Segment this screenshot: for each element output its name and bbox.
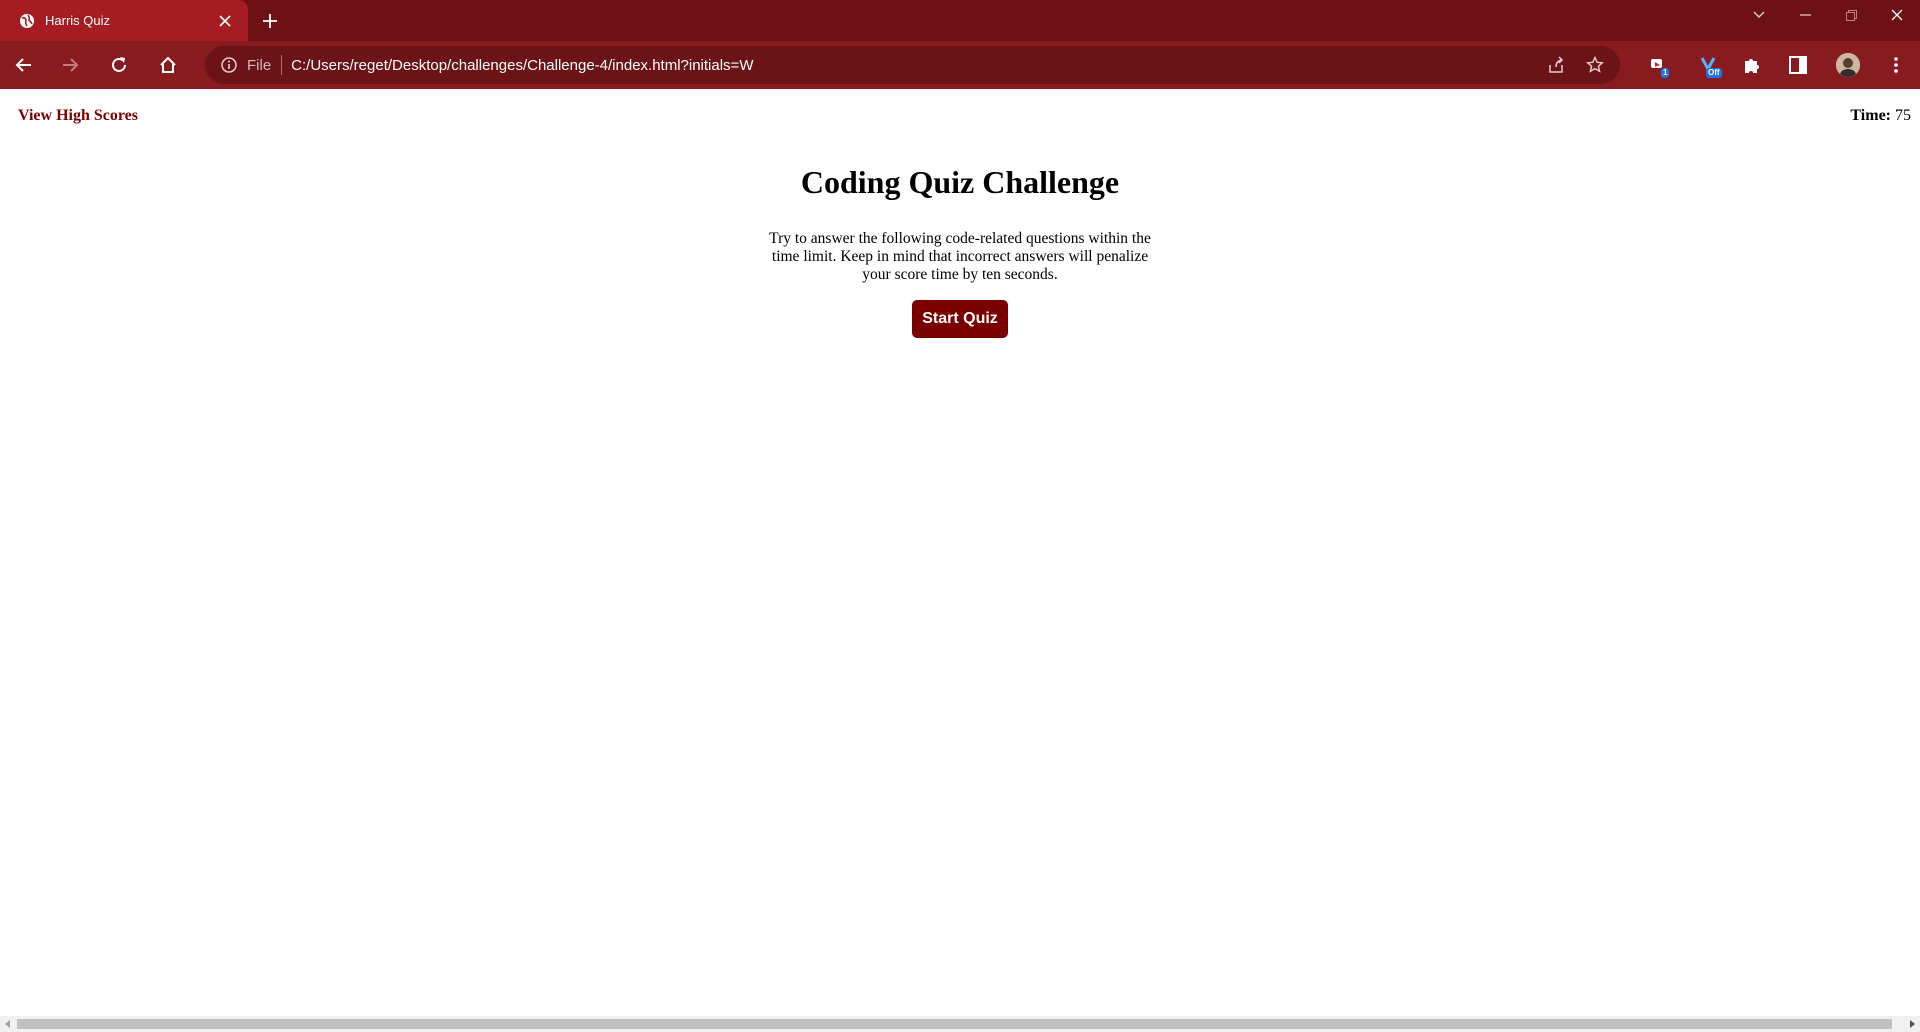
timer-label: Time: [1850, 107, 1891, 124]
bookmark-star-icon[interactable] [1584, 54, 1606, 76]
start-quiz-button[interactable]: Start Quiz [912, 300, 1008, 338]
tab-strip: Harris Quiz [0, 0, 1920, 41]
globe-icon [19, 13, 35, 29]
extension-2-badge: Off [1706, 68, 1722, 78]
close-window-icon[interactable] [1874, 0, 1920, 30]
profile-avatar[interactable] [1836, 53, 1860, 77]
reload-icon[interactable] [103, 49, 135, 81]
home-icon[interactable] [152, 49, 184, 81]
close-tab-icon[interactable] [214, 10, 236, 32]
browser-toolbar: File C:/Users/reget/Desktop/challenges/C… [0, 41, 1920, 89]
site-info-icon[interactable] [220, 56, 238, 74]
more-menu-icon[interactable] [1880, 49, 1912, 81]
scheme-label: File [247, 56, 272, 74]
extension-icon-2[interactable]: Off [1692, 49, 1724, 81]
extension-1-badge: 1 [1661, 68, 1670, 78]
scrollbar-thumb[interactable] [17, 1019, 1892, 1029]
restore-icon[interactable] [1828, 0, 1874, 30]
scroll-right-icon[interactable] [1904, 1016, 1920, 1032]
timer: Time: 75 [1850, 107, 1911, 125]
quiz-description: Try to answer the following code-related… [769, 230, 1151, 283]
page-title: Coding Quiz Challenge [800, 164, 1120, 200]
address-divider [281, 55, 283, 75]
new-tab-icon[interactable] [258, 9, 282, 33]
tab-title: Harris Quiz [45, 13, 111, 28]
url-text[interactable]: C:/Users/reget/Desktop/challenges/Challe… [291, 57, 753, 74]
scroll-left-icon[interactable] [0, 1016, 16, 1032]
minimize-icon[interactable] [1782, 0, 1828, 30]
extension-icon-1[interactable]: 1 [1643, 49, 1675, 81]
view-high-scores-link[interactable]: View High Scores [18, 107, 138, 125]
share-icon[interactable] [1545, 54, 1567, 76]
forward-arrow-icon[interactable] [55, 49, 87, 81]
back-arrow-icon[interactable] [7, 49, 39, 81]
address-bar[interactable]: File C:/Users/reget/Desktop/challenges/C… [205, 46, 1620, 84]
timer-value: 75 [1895, 107, 1911, 124]
tab-search-icon[interactable] [1736, 0, 1782, 30]
page-content: View High Scores Time: 75 Coding Quiz Ch… [0, 89, 1920, 1016]
side-panel-icon[interactable] [1782, 49, 1814, 81]
horizontal-scrollbar[interactable] [0, 1016, 1920, 1032]
puzzle-piece-icon[interactable] [1736, 49, 1768, 81]
tab-harris-quiz[interactable]: Harris Quiz [0, 0, 248, 41]
